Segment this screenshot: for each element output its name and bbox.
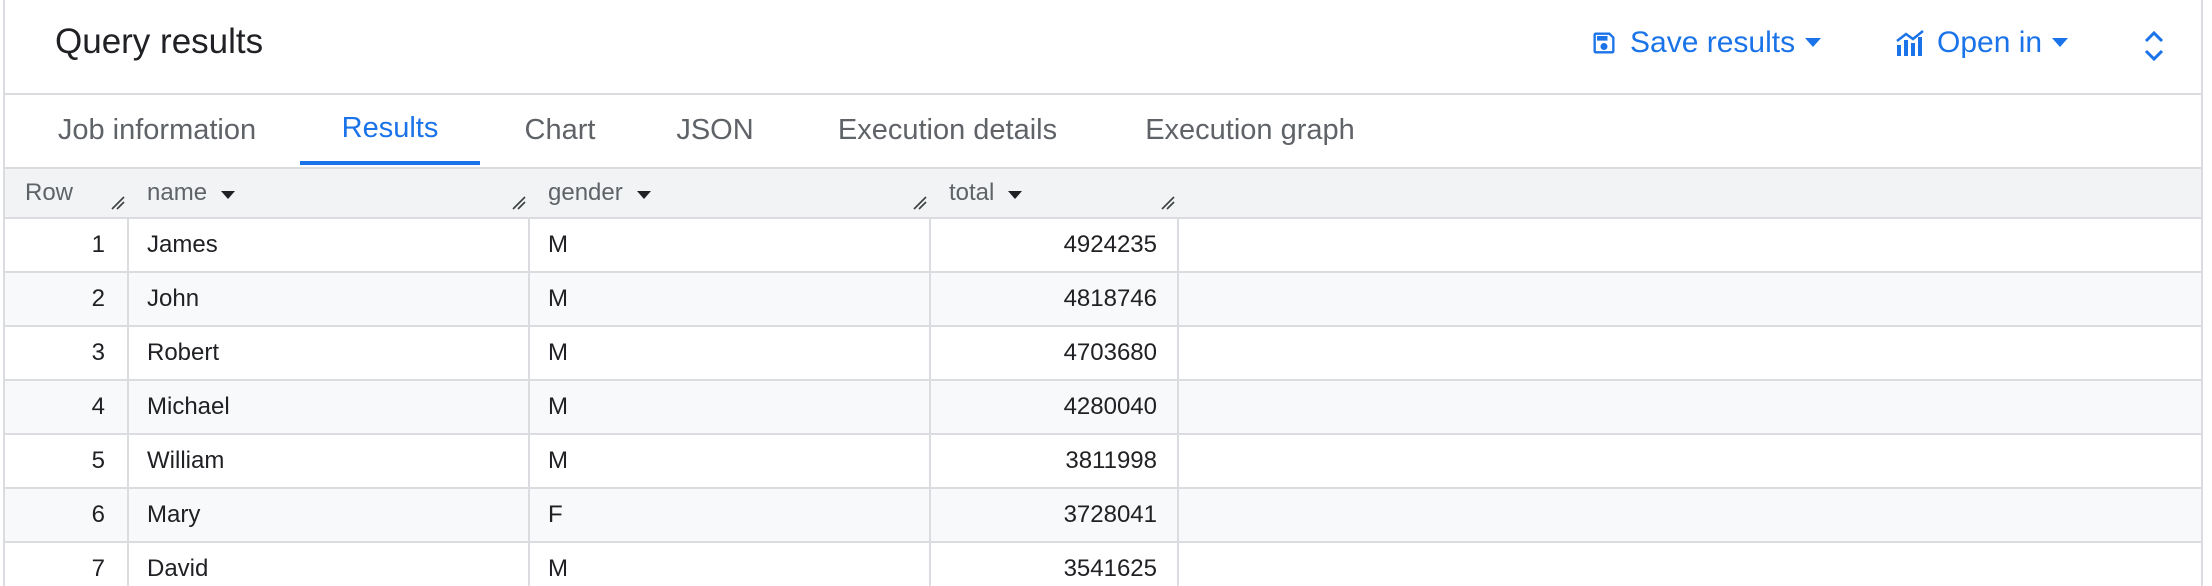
row-number-cell: 3 (5, 327, 129, 379)
gender-cell[interactable]: M (530, 543, 931, 586)
save-results-label: Save results (1630, 26, 1796, 59)
expand-icon (2143, 30, 2165, 68)
tab-job-information[interactable]: Job information (29, 95, 285, 165)
table-header-row: Row name gender total (5, 169, 2201, 219)
row-number-cell: 4 (5, 381, 129, 433)
total-cell[interactable]: 4280040 (931, 381, 1179, 433)
panel-title: Query results (55, 22, 264, 61)
total-cell[interactable]: 3541625 (931, 543, 1179, 586)
table-row[interactable]: 6 Mary F 3728041 (5, 489, 2201, 543)
column-header-label: gender (548, 179, 623, 206)
open-in-label: Open in (1937, 26, 2043, 59)
expand-collapse-button[interactable] (2143, 28, 2165, 69)
open-in-button[interactable]: Open in (1895, 26, 2069, 60)
table-row[interactable]: 3 Robert M 4703680 (5, 327, 2201, 381)
row-number-cell: 7 (5, 543, 129, 586)
sort-icon[interactable] (636, 179, 651, 207)
column-header-name: name (147, 169, 236, 217)
tab-execution-graph[interactable]: Execution graph (1125, 95, 1375, 165)
tab-json[interactable]: JSON (655, 95, 775, 165)
name-cell[interactable]: William (129, 435, 530, 487)
table-row[interactable]: 5 William M 3811998 (5, 435, 2201, 489)
sort-icon[interactable] (221, 179, 236, 207)
column-header-label: Row (25, 179, 74, 206)
resize-handle-icon[interactable] (109, 194, 125, 215)
name-cell[interactable]: John (129, 273, 530, 325)
caret-down-icon (2052, 38, 2069, 48)
name-cell[interactable]: James (129, 219, 530, 271)
table-row[interactable]: 7 David M 3541625 (5, 543, 2201, 586)
caret-down-icon (1805, 38, 1822, 48)
resize-handle-icon[interactable] (1159, 194, 1175, 215)
column-header-label: total (949, 179, 995, 206)
name-cell[interactable]: Mary (129, 489, 530, 541)
tab-execution-details[interactable]: Execution details (815, 95, 1080, 165)
total-cell[interactable]: 4818746 (931, 273, 1179, 325)
row-number-cell: 2 (5, 273, 129, 325)
results-tabs: Job information Results Chart JSON Execu… (5, 95, 2201, 169)
total-cell[interactable]: 3811998 (931, 435, 1179, 487)
name-cell[interactable]: David (129, 543, 530, 586)
panel-header: Query results Save results Open in (5, 0, 2201, 95)
total-cell[interactable]: 4703680 (931, 327, 1179, 379)
table-row[interactable]: 1 James M 4924235 (5, 219, 2201, 273)
tab-results[interactable]: Results (300, 95, 480, 165)
gender-cell[interactable]: F (530, 489, 931, 541)
tab-chart[interactable]: Chart (505, 95, 615, 165)
save-icon (1590, 29, 1618, 57)
query-results-panel: Query results Save results Open in Job i… (3, 0, 2203, 586)
total-cell[interactable]: 4924235 (931, 219, 1179, 271)
gender-cell[interactable]: M (530, 381, 931, 433)
total-cell[interactable]: 3728041 (931, 489, 1179, 541)
table-row[interactable]: 4 Michael M 4280040 (5, 381, 2201, 435)
column-header-gender: gender (548, 169, 651, 217)
resize-handle-icon[interactable] (510, 194, 526, 215)
row-number-cell: 1 (5, 219, 129, 271)
table-row[interactable]: 2 John M 4818746 (5, 273, 2201, 327)
row-number-cell: 6 (5, 489, 129, 541)
gender-cell[interactable]: M (530, 273, 931, 325)
column-header-total: total (949, 169, 1023, 217)
gender-cell[interactable]: M (530, 327, 931, 379)
name-cell[interactable]: Michael (129, 381, 530, 433)
resize-handle-icon[interactable] (911, 194, 927, 215)
sort-icon[interactable] (1008, 179, 1023, 207)
column-header-row: Row (25, 169, 73, 217)
gender-cell[interactable]: M (530, 219, 931, 271)
gender-cell[interactable]: M (530, 435, 931, 487)
name-cell[interactable]: Robert (129, 327, 530, 379)
row-number-cell: 5 (5, 435, 129, 487)
save-results-button[interactable]: Save results (1590, 26, 1822, 60)
chart-icon (1895, 29, 1925, 57)
column-header-label: name (147, 179, 208, 206)
